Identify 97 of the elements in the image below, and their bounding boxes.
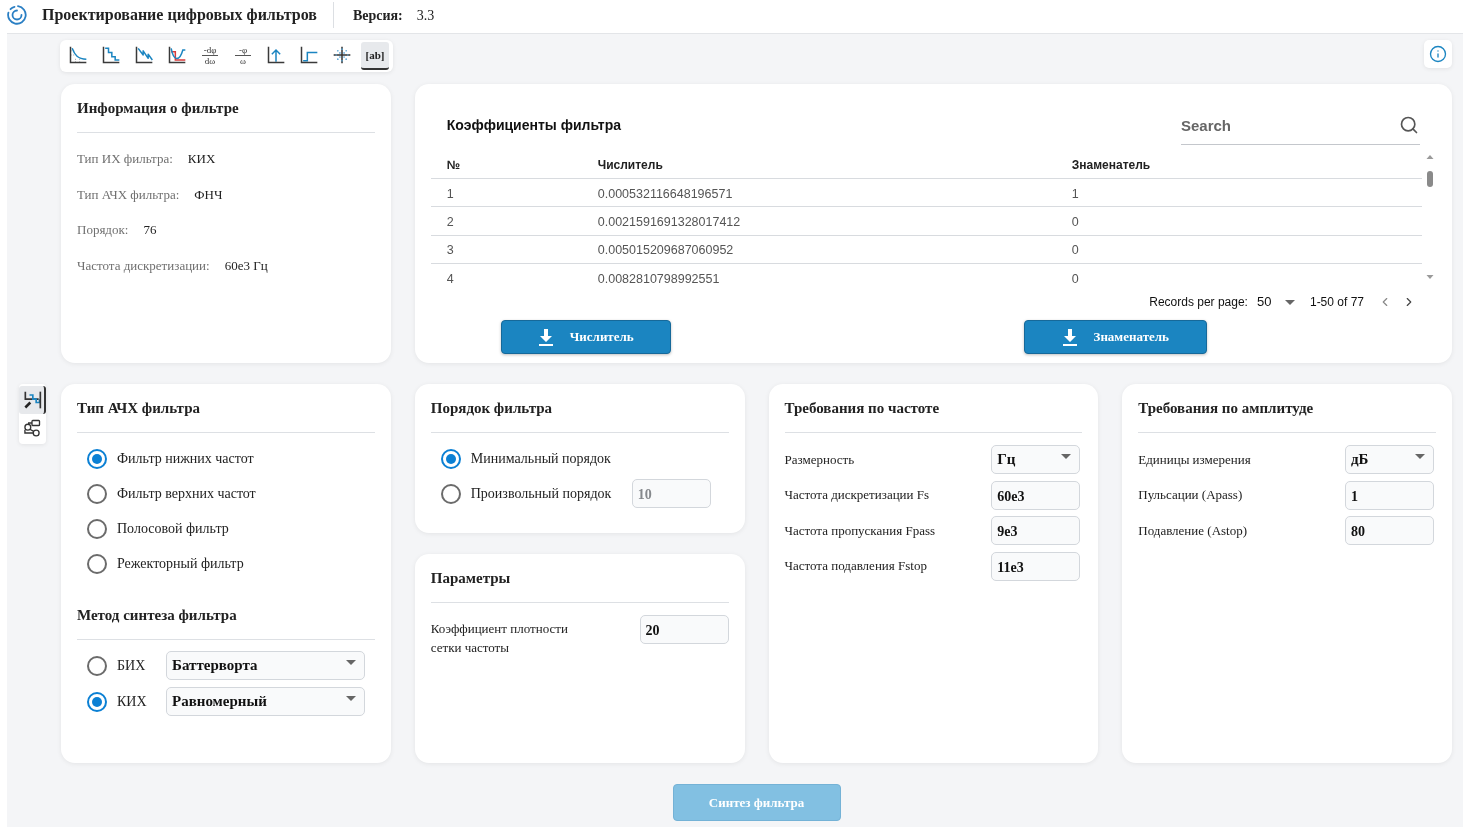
app-title: Проектирование цифровых фильтров <box>42 5 317 26</box>
text-input[interactable]: 1 <box>1345 480 1434 510</box>
download-icon <box>537 328 554 346</box>
field-value: КИХ <box>187 150 216 168</box>
radio-button[interactable] <box>87 553 107 574</box>
field-label: Размерность <box>784 450 855 469</box>
zigzag-chart-icon <box>134 45 154 65</box>
table-cell: 4 <box>446 271 454 286</box>
table-cell: 0.0082810798992551 <box>597 271 720 286</box>
download-icon <box>1061 328 1078 346</box>
table-cell: 0 <box>1071 214 1079 229</box>
toolbar-button[interactable]: [ab] <box>361 42 389 70</box>
radio-button[interactable] <box>87 655 107 676</box>
node-graph-icon <box>21 418 42 438</box>
radio-button[interactable] <box>87 691 107 712</box>
field-value: ФНЧ <box>194 185 223 204</box>
radio-button[interactable] <box>87 448 107 469</box>
card-title: Информация о фильтре <box>77 99 240 118</box>
option-label: Фильтр верхних частот <box>117 485 256 503</box>
field-label: Пульсации (Apass) <box>1138 486 1243 505</box>
radio-button[interactable] <box>440 448 461 469</box>
table-cell: 0.005015209687060952 <box>597 243 734 258</box>
text-input[interactable]: 11e3 <box>991 551 1081 581</box>
card-title: Порядок фильтра <box>430 399 554 418</box>
pagination-label: Records per page: <box>1149 294 1248 311</box>
option-label: БИХ <box>117 657 147 675</box>
field-label: Частота подавления Fstop <box>784 557 927 576</box>
field-label: Единицы измерения <box>1138 450 1251 469</box>
field-label: Коэффициент плотности сетки частоты <box>430 620 569 657</box>
field-value: 76 <box>143 221 157 239</box>
option-label: Режекторный фильтр <box>117 555 244 573</box>
caret-icon <box>346 660 356 665</box>
option-label: Полосовой фильтр <box>117 520 229 538</box>
info-button[interactable] <box>1424 40 1452 68</box>
option-label: Произвольный порядок <box>470 485 613 503</box>
dropdown[interactable]: Равномерный <box>166 687 365 716</box>
crosshair-icon <box>332 45 352 65</box>
field-label: Подавление (Astop) <box>1138 521 1248 540</box>
caret-icon <box>1284 300 1295 305</box>
field-label: Тип АЧХ фильтра: <box>77 185 180 204</box>
field-label: Порядок: <box>77 221 129 239</box>
table-cell: 0 <box>1071 271 1079 286</box>
card-title: Метод синтеза фильтра <box>77 606 238 625</box>
card-title: Требования по амплитуде <box>1138 399 1315 418</box>
column-header: № <box>446 158 461 172</box>
search-icon <box>1399 115 1419 135</box>
field-label: Частота дискретизации Fs <box>784 486 930 505</box>
radio-button[interactable] <box>87 483 107 504</box>
toolbar-button[interactable]: -dφ dω <box>196 42 224 70</box>
table-cell: 0.000532116648196571 <box>597 186 733 201</box>
dropdown[interactable]: дБ <box>1345 445 1434 474</box>
text-input[interactable]: 80 <box>1345 516 1434 545</box>
column-header: Знаменатель <box>1071 158 1151 172</box>
caret-icon <box>346 696 356 701</box>
version-value: 3.3 <box>416 6 435 25</box>
table-cell: 1 <box>1071 186 1079 201</box>
field-value: 60e3 Гц <box>224 256 268 275</box>
dropdown[interactable]: Баттерворта <box>166 651 365 680</box>
curve-grid-chart-icon <box>68 45 88 65</box>
version-label: Версия: <box>352 6 403 25</box>
dropdown[interactable]: Гц <box>991 445 1081 474</box>
text-input[interactable]: 20 <box>639 615 729 644</box>
radio-button[interactable] <box>440 483 461 504</box>
radio-button[interactable] <box>87 518 107 539</box>
option-label: КИХ <box>117 693 148 711</box>
card-title: Тип АЧХ фильтра <box>77 399 201 418</box>
up-arrow-chart-icon <box>266 45 286 65</box>
staircase-chart-icon <box>101 45 121 65</box>
page-size-select[interactable]: 50 <box>1256 294 1295 310</box>
table-cell: 3 <box>446 243 454 258</box>
column-header: Числитель <box>597 158 663 172</box>
search-field[interactable]: Search <box>1181 106 1420 145</box>
field-label: Тип ИХ фильтра: <box>77 150 173 168</box>
side-toolbar-button[interactable] <box>19 386 46 414</box>
caret-icon <box>1415 454 1425 459</box>
step-chart-icon <box>299 45 319 65</box>
option-label: Минимальный порядок <box>470 450 612 468</box>
text-input[interactable]: 60e3 <box>991 480 1081 510</box>
download-button[interactable]: Знаменатель <box>1023 320 1207 354</box>
card-title: Параметры <box>430 569 512 588</box>
logo-icon <box>7 5 27 25</box>
info-icon <box>1429 45 1447 63</box>
table-cell: 0.0021591691328017412 <box>597 214 741 229</box>
table-cell: 0 <box>1071 243 1079 258</box>
toolbar-button[interactable]: -φ ω <box>229 42 257 70</box>
table-cell: 1 <box>446 186 454 201</box>
card-title: Коэффициенты фильтра <box>445 116 621 135</box>
download-button[interactable]: Числитель <box>500 320 671 354</box>
text-input[interactable]: 9e3 <box>991 516 1081 545</box>
caret-icon <box>1061 454 1072 459</box>
crossing-curves-icon <box>167 45 187 65</box>
card-title: Требования по частоте <box>784 399 941 418</box>
field-label: Частота дискретизации: <box>77 256 210 275</box>
option-label: Фильтр нижних частот <box>117 450 254 468</box>
field-label: Частота пропускания Fpass <box>784 521 936 540</box>
table-cell: 2 <box>446 214 454 229</box>
pagination-range: 1-50 of 77 <box>1309 294 1364 311</box>
